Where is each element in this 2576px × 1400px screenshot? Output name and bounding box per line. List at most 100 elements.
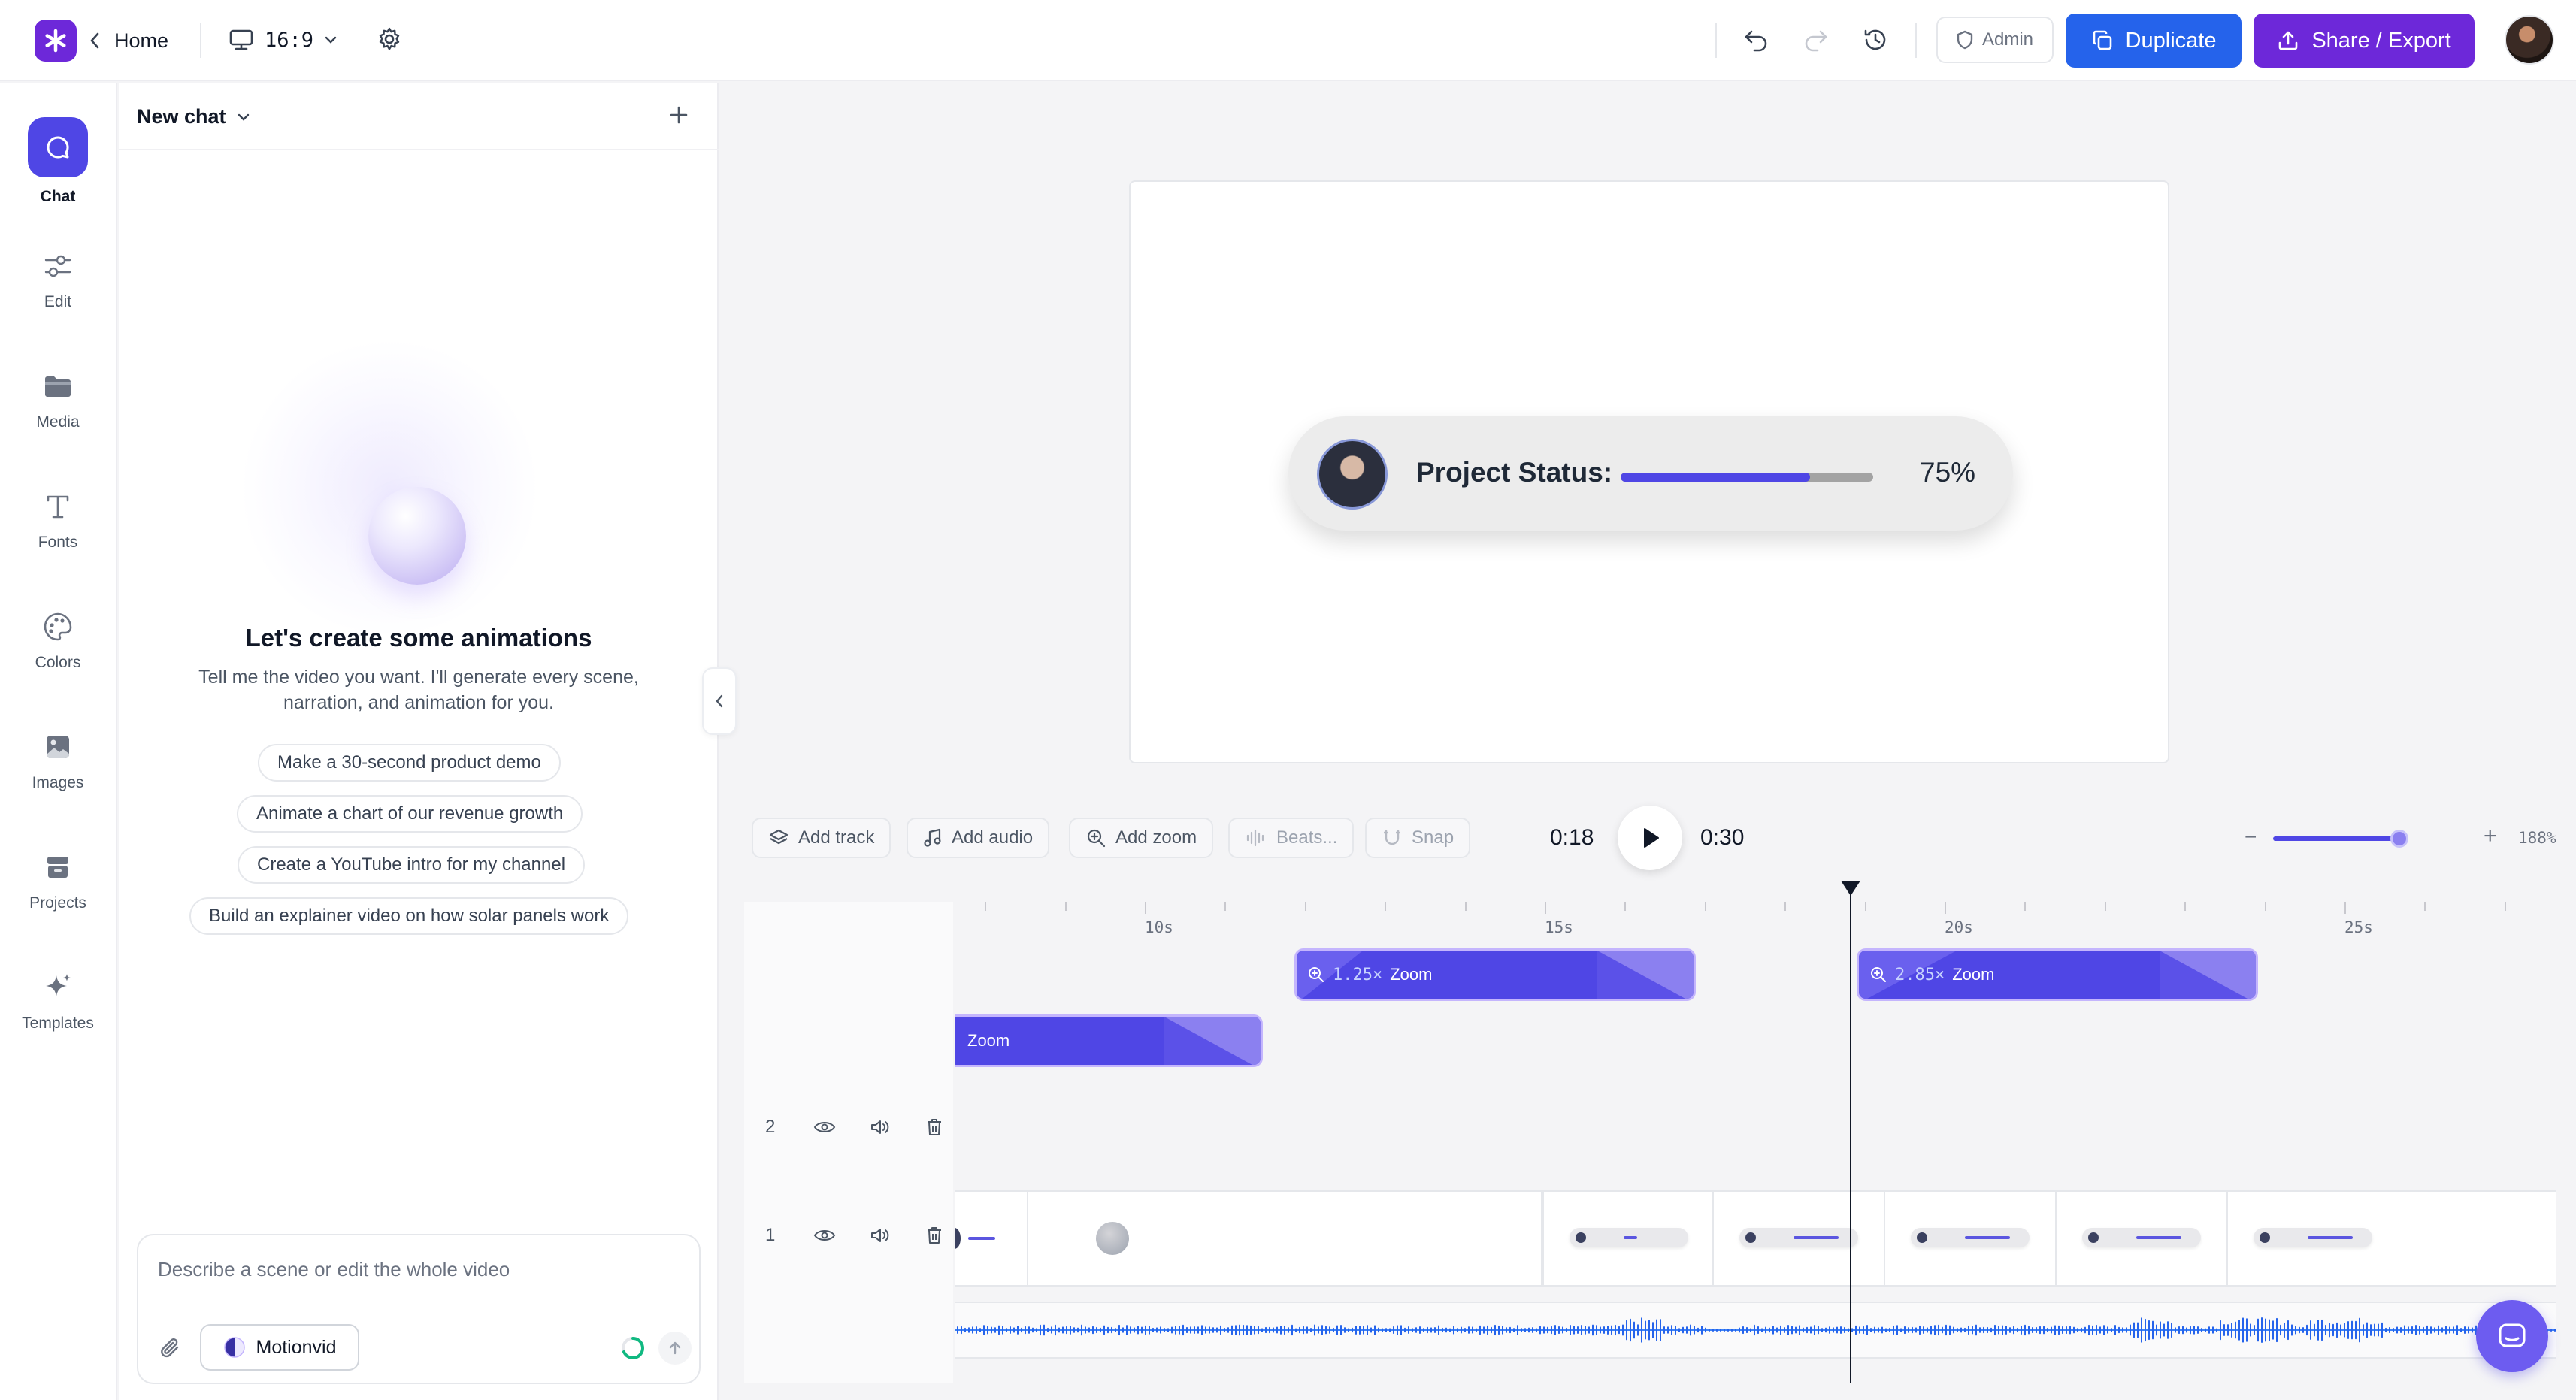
app-logo[interactable] [35,20,77,62]
chevron-down-icon [238,113,249,121]
aspect-ratio-label: 16:9 [265,28,314,52]
timeline-zoom-percent: 188% [2518,829,2556,847]
rail-label-chat: Chat [40,188,76,205]
rail-label-templates: Templates [22,1014,94,1032]
type-icon [47,495,69,519]
zoom-clip[interactable]: 1.25× Zoom [1294,948,1696,1001]
status-percent: 75% [1920,457,1976,488]
ruler-label: 20s [1945,918,1973,936]
zoom-ramp-shape [1164,1017,1261,1065]
beats-button[interactable]: Beats... [1228,818,1355,858]
zoom-clip[interactable]: 2.85× Zoom [1857,948,2258,1001]
aspect-ratio-dropdown[interactable]: 16:9 [229,23,338,57]
rail-item-projects[interactable]: Projects [0,851,116,912]
chevron-left-icon [90,32,99,49]
ruler-tick [1385,902,1386,911]
zoom-multiplier: 1.25× [1333,965,1383,984]
message-icon [2499,1323,2526,1347]
chat-selector[interactable]: New chat [137,105,250,129]
duplicate-button[interactable]: Duplicate [2066,14,2242,68]
rail-item-edit[interactable]: Edit [0,249,116,311]
status-avatar [1317,439,1388,510]
sparkle-icon [46,974,71,996]
asterisk-icon [45,29,66,53]
rail-item-images[interactable]: Images [0,730,116,792]
volume-icon[interactable] [869,1118,891,1136]
eye-icon[interactable] [813,1119,836,1135]
divider [200,23,201,58]
motionvid-logo-icon [223,1337,245,1358]
timeline-zoom-slider[interactable] [2273,836,2399,841]
add-audio-button[interactable]: Add audio [907,818,1050,858]
scene-track[interactable] [955,1190,2556,1287]
send-button[interactable] [658,1332,692,1365]
ruler-tick [2265,902,2266,911]
rail-item-chat[interactable]: Chat [0,117,116,206]
ruler-label: 25s [2344,918,2373,936]
zoom-clip[interactable]: Zoom [955,1014,1263,1067]
prompt-input[interactable] [158,1258,677,1281]
redo-button[interactable] [1801,26,1830,53]
ruler-tick [2505,902,2506,911]
scene-thumbnail[interactable] [1885,1192,2057,1285]
suggestion-chip[interactable]: Make a 30-second product demo [258,744,561,782]
waveform-icon [1246,829,1264,847]
scene-thumbnail[interactable] [1714,1192,1885,1285]
new-chat-button[interactable] [667,104,690,126]
zoom-clip-label: Zoom [1390,965,1433,984]
scene-thumbnail[interactable] [1542,1192,1714,1285]
collapse-panel-button[interactable] [702,667,737,735]
ruler-tick [2424,902,2426,911]
support-chat-button[interactable] [2476,1300,2548,1372]
rail-item-templates[interactable]: Templates [0,971,116,1033]
undo-button[interactable] [1742,26,1771,53]
top-bar: Home 16:9 Admin Duplicate Share / Export [0,0,2576,81]
playhead-handle[interactable] [1841,881,1860,896]
ruler-tick [1865,902,1866,911]
suggestion-chip[interactable]: Animate a chart of our revenue growth [237,795,583,833]
rail-item-media[interactable]: Media [0,370,116,431]
redo-icon [1805,30,1827,52]
suggestion-chip[interactable]: Build an explainer video on how solar pa… [189,897,629,935]
add-zoom-button[interactable]: Add zoom [1069,818,1214,858]
paperclip-icon [161,1338,179,1358]
music-note-icon [924,828,941,847]
scene-thumbnail[interactable] [955,1192,1028,1285]
ruler-tick [1624,902,1626,911]
play-button[interactable] [1618,806,1682,870]
suggestion-chip[interactable]: Create a YouTube intro for my channel [238,846,586,884]
ruler-tick [1784,902,1786,911]
trash-icon[interactable] [925,1225,944,1246]
scene-thumbnail[interactable] [2057,1192,2228,1285]
settings-button[interactable] [376,26,403,53]
timeline-zoom-handle[interactable] [2390,830,2408,848]
home-link[interactable]: Home [89,24,168,57]
scene-thumbnail[interactable] [2228,1192,2556,1285]
trash-icon[interactable] [925,1117,944,1138]
ruler-major-tick [1945,902,1946,914]
status-progress-bar [1621,473,1873,482]
rail-item-colors[interactable]: Colors [0,610,116,672]
snap-button[interactable]: Snap [1365,818,1471,858]
chat-panel: New chat Let's create some animations Te… [119,83,719,1400]
timeline-zoom-in-button[interactable]: + [2484,824,2497,849]
chat-icon [28,117,88,177]
scene-thumbnail[interactable] [1028,1192,1542,1285]
audio-track[interactable] [955,1302,2556,1359]
user-avatar[interactable] [2505,15,2554,65]
playhead[interactable] [1850,893,1851,1383]
history-button[interactable] [1861,26,1890,54]
admin-button[interactable]: Admin [1936,17,2054,63]
timeline-zoom-out-button[interactable]: − [2245,825,2257,849]
preview-canvas[interactable]: Project Status: 75% [1129,180,2169,763]
attach-button[interactable] [158,1336,182,1360]
play-icon [1644,828,1659,848]
model-selector[interactable]: Motionvid [200,1324,359,1371]
timeline-area[interactable]: 10s 15s 20s 25s Zoom 1.25× Zoom 2.85× Zo… [955,902,2556,1383]
rail-item-fonts[interactable]: Fonts [0,490,116,552]
eye-icon[interactable] [813,1227,836,1244]
share-export-button[interactable]: Share / Export [2254,14,2475,68]
volume-icon[interactable] [869,1226,891,1244]
add-track-button[interactable]: Add track [752,818,891,858]
audio-waveform [955,1317,2556,1343]
